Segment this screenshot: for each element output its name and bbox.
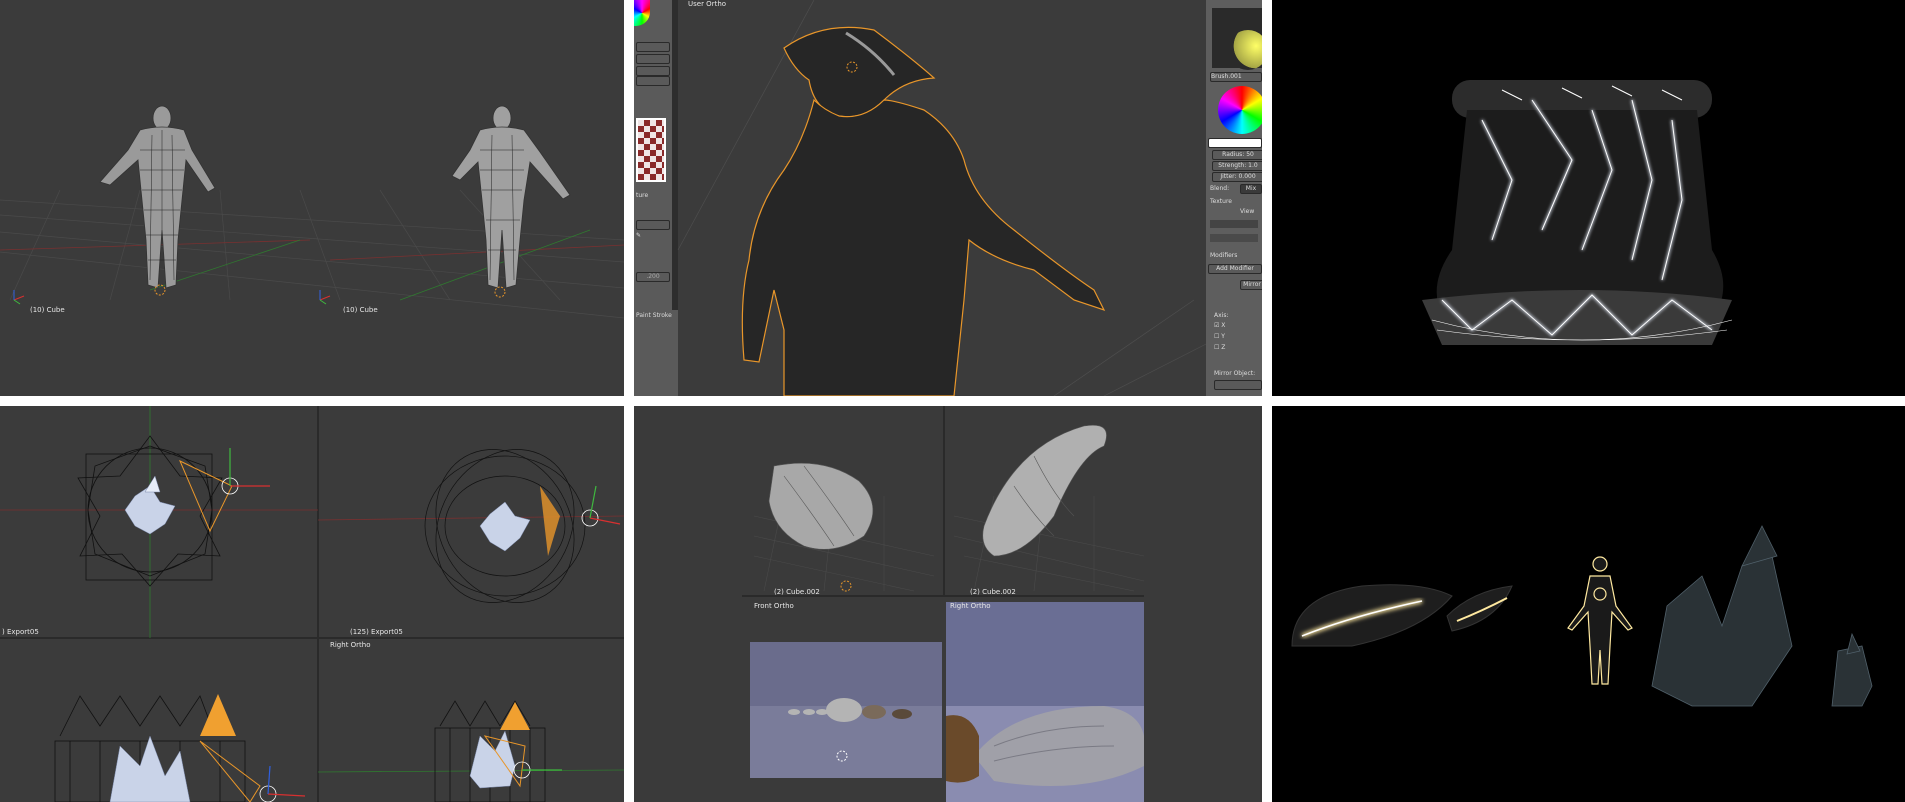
blend-select[interactable]: Mix bbox=[1240, 184, 1262, 194]
texture-tool-icons[interactable] bbox=[1210, 234, 1258, 242]
mirror-object-field[interactable] bbox=[1214, 380, 1262, 390]
axis-x-label: X bbox=[1221, 322, 1226, 329]
mirror-modifier-name[interactable]: Mirror bbox=[1240, 280, 1262, 290]
jitter-field[interactable]: Jitter: 0.000 bbox=[1212, 172, 1262, 182]
glowing-pod-left bbox=[1291, 584, 1513, 647]
sculpture-body bbox=[1422, 80, 1732, 345]
axis-label: Axis: bbox=[1214, 312, 1229, 319]
view-label: View bbox=[1240, 208, 1255, 215]
render-glowing-sculpture bbox=[1272, 0, 1905, 396]
viewport-label-top-right: (2) Cube.002 bbox=[970, 588, 1016, 596]
tron-figure bbox=[1567, 556, 1633, 685]
radius-field[interactable]: Radius: 50 bbox=[1212, 150, 1262, 160]
render-tron-lineup bbox=[1272, 406, 1905, 802]
brush-name-field[interactable]: Brush.001 bbox=[1210, 72, 1262, 82]
texture-toolbar[interactable] bbox=[1210, 220, 1258, 228]
axis-x-checkbox[interactable]: ☑ X bbox=[1214, 322, 1225, 329]
modifiers-section-label: Modifiers bbox=[1210, 252, 1238, 259]
brush-preview[interactable] bbox=[1212, 8, 1262, 70]
viewport-humanoid-meshes[interactable]: (10) Cube (10) Cube bbox=[0, 0, 624, 396]
viewport-object-label-right: (10) Cube bbox=[343, 306, 378, 314]
properties-panel[interactable]: Brush.001 Radius: 50 Strength: 1.0 Jitte… bbox=[1206, 0, 1262, 396]
brush-icon bbox=[1228, 30, 1262, 70]
crystal-top-right bbox=[479, 501, 531, 552]
crystal-quad-canvas bbox=[0, 406, 624, 802]
pod-model-right bbox=[982, 424, 1107, 557]
axis-y-checkbox[interactable]: ☐ Y bbox=[1214, 333, 1225, 340]
axis-y-label: Y bbox=[1221, 333, 1225, 340]
texture-section-label: Texture bbox=[1210, 198, 1232, 205]
color-wheel[interactable] bbox=[1218, 86, 1262, 134]
crystals-right bbox=[1651, 525, 1873, 707]
mirror-object-label: Mirror Object: bbox=[1214, 370, 1256, 377]
viewport-pod-models[interactable]: (2) Cube.002 (2) Cube.002 Front Ortho Ri… bbox=[634, 406, 1262, 802]
viewport-header-front-ortho: Front Ortho bbox=[754, 602, 794, 610]
viewport-header-right-ortho: Right Ortho bbox=[950, 602, 991, 610]
viewport-header-right-ortho: Right Ortho bbox=[330, 641, 371, 649]
sculpture-render-canvas bbox=[1422, 80, 1733, 345]
humanoid-mesh-front bbox=[99, 105, 216, 289]
viewport-sculpt-character[interactable]: ture ✎ .200 Paint Stroke User Ortho Brus… bbox=[634, 0, 1262, 396]
strength-field[interactable]: Strength: 1.0 bbox=[1212, 161, 1262, 171]
crystal-bottom-left bbox=[109, 735, 191, 802]
pod-viewport-canvas bbox=[634, 406, 1262, 802]
tron-render-canvas bbox=[1291, 525, 1873, 707]
axis-z-checkbox[interactable]: ☐ Z bbox=[1214, 344, 1225, 351]
blend-label: Blend: bbox=[1210, 185, 1230, 192]
humanoid-viewport-canvas bbox=[0, 105, 624, 319]
humanoid-mesh-back bbox=[451, 105, 571, 289]
crystal-bottom-right bbox=[469, 730, 516, 789]
viewport-label-top-right: (125) Export05 bbox=[350, 628, 403, 636]
viewport-label-top-left: (2) Cube.002 bbox=[774, 588, 820, 596]
crystal-top-left bbox=[124, 475, 176, 535]
pod-model-left bbox=[768, 462, 874, 550]
color-swatch[interactable] bbox=[1208, 138, 1262, 148]
character-viewport-canvas bbox=[677, 0, 1215, 396]
viewport-label-top-left: ) Export05 bbox=[2, 628, 39, 636]
viewport-object-label-left: (10) Cube bbox=[30, 306, 65, 314]
axis-z-label: Z bbox=[1221, 344, 1226, 351]
dark-character-mesh bbox=[741, 26, 1106, 396]
add-modifier-button[interactable]: Add Modifier bbox=[1208, 264, 1262, 274]
viewport-crystal-quad[interactable]: ) Export05 (125) Export05 Right Ortho bbox=[0, 406, 624, 802]
